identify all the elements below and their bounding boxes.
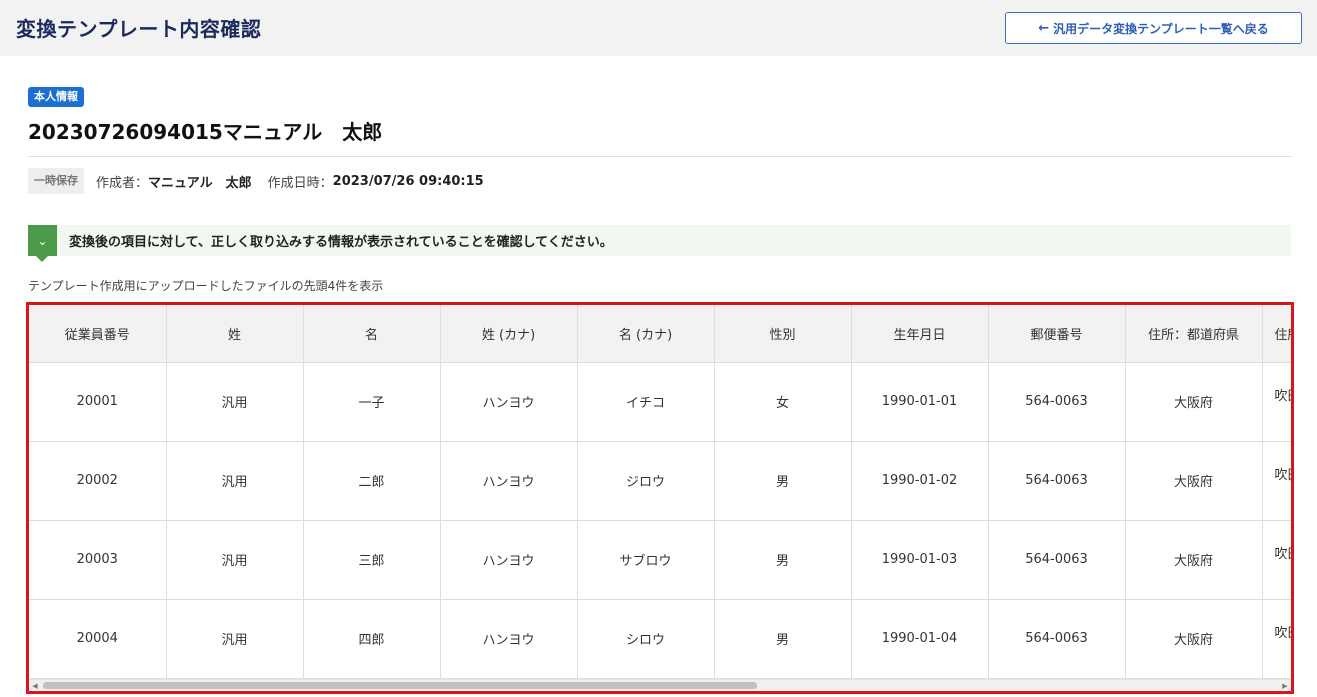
- table-cell: 汎用: [166, 441, 304, 521]
- table-cell: 1990-01-03: [851, 520, 989, 600]
- table-cell: 564-0063: [988, 441, 1126, 521]
- table-caption: テンプレート作成用にアップロードしたファイルの先頭4件を表示: [28, 279, 384, 293]
- back-to-template-list-button[interactable]: ← 汎用データ変換テンプレート一覧へ戻る: [1005, 12, 1302, 44]
- created-at-value: 2023/07/26 09:40:15: [332, 173, 484, 189]
- table-row: 20002 汎用 二郎 ハンヨウ ジロウ 男 1990-01-02 564-00…: [29, 441, 1291, 521]
- table-cell: ハンヨウ: [440, 362, 578, 442]
- table-cell: 吹田: [1262, 599, 1291, 679]
- column-header: 姓: [166, 305, 304, 363]
- table-cell: ジロウ: [577, 441, 715, 521]
- creator-value: マニュアル 太郎: [148, 175, 252, 191]
- table-cell: 男: [714, 520, 852, 600]
- table-cell: イチコ: [577, 362, 715, 442]
- notice-text: 変換後の項目に対して、正しく取り込みする情報が表示されていることを確認してくださ…: [69, 235, 613, 250]
- confirmation-notice: ⌄ 変換後の項目に対して、正しく取り込みする情報が表示されていることを確認してく…: [28, 225, 1291, 262]
- creator-label: 作成者：: [96, 175, 149, 191]
- table-cell: 564-0063: [988, 520, 1126, 600]
- table-cell: サブロウ: [577, 520, 715, 600]
- table-cell: 大阪府: [1125, 599, 1263, 679]
- table-cell: 20003: [29, 520, 167, 600]
- table-cell: 汎用: [166, 599, 304, 679]
- table-cell: 吹田: [1262, 362, 1291, 442]
- table-cell: 男: [714, 599, 852, 679]
- table-header-row: 従業員番号 姓 名 姓 (カナ) 名 (カナ) 性別 生年月日 郵便番号 住所：…: [29, 305, 1291, 363]
- table-cell: 20004: [29, 599, 167, 679]
- column-header: 従業員番号: [29, 305, 167, 363]
- status-tag: 一時保存: [28, 168, 84, 194]
- column-header: 住所：都道府県: [1125, 305, 1263, 363]
- table-cell: 大阪府: [1125, 441, 1263, 521]
- column-header: 郵便番号: [988, 305, 1126, 363]
- record-meta: 一時保存 作成者： マニュアル 太郎 作成日時： 2023/07/26 09:4…: [28, 168, 500, 194]
- table-cell: 吹田: [1262, 441, 1291, 521]
- table-cell: ハンヨウ: [440, 520, 578, 600]
- page-title: 変換テンプレート内容確認: [16, 17, 262, 41]
- table-cell: 汎用: [166, 520, 304, 600]
- preview-table-container[interactable]: 従業員番号 姓 名 姓 (カナ) 名 (カナ) 性別 生年月日 郵便番号 住所：…: [26, 302, 1294, 694]
- column-header: 姓 (カナ): [440, 305, 578, 363]
- divider: [28, 156, 1292, 157]
- table-cell: 女: [714, 362, 852, 442]
- record-title: 20230726094015マニュアル 太郎: [28, 120, 383, 144]
- table-cell: 20001: [29, 362, 167, 442]
- table-cell: 男: [714, 441, 852, 521]
- column-header: 名 (カナ): [577, 305, 715, 363]
- table-cell: 564-0063: [988, 362, 1126, 442]
- table-row: 20004 汎用 四郎 ハンヨウ シロウ 男 1990-01-04 564-00…: [29, 599, 1291, 679]
- scrollbar-thumb[interactable]: [43, 682, 757, 689]
- column-header: 住所: [1262, 305, 1291, 363]
- preview-table: 従業員番号 姓 名 姓 (カナ) 名 (カナ) 性別 生年月日 郵便番号 住所：…: [29, 305, 1291, 679]
- back-button-label: 汎用データ変換テンプレート一覧へ戻る: [1053, 21, 1269, 36]
- column-header: 性別: [714, 305, 852, 363]
- table-cell: 1990-01-02: [851, 441, 989, 521]
- scroll-right-icon[interactable]: ▶: [1279, 680, 1291, 691]
- chevron-down-icon[interactable]: ⌄: [28, 225, 57, 262]
- table-cell: 1990-01-04: [851, 599, 989, 679]
- table-row: 20001 汎用 一子 ハンヨウ イチコ 女 1990-01-01 564-00…: [29, 362, 1291, 442]
- table-cell: 吹田: [1262, 520, 1291, 600]
- scroll-left-icon[interactable]: ◀: [29, 680, 41, 691]
- table-cell: 大阪府: [1125, 520, 1263, 600]
- table-cell: シロウ: [577, 599, 715, 679]
- table-cell: 四郎: [303, 599, 441, 679]
- table-cell: 二郎: [303, 441, 441, 521]
- column-header: 名: [303, 305, 441, 363]
- table-cell: ハンヨウ: [440, 599, 578, 679]
- created-at-label: 作成日時：: [267, 175, 333, 191]
- table-cell: 大阪府: [1125, 362, 1263, 442]
- category-badge: 本人情報: [28, 87, 84, 107]
- table-cell: 三郎: [303, 520, 441, 600]
- arrow-left-icon: ←: [1038, 20, 1050, 36]
- top-bar: 変換テンプレート内容確認 ← 汎用データ変換テンプレート一覧へ戻る: [0, 0, 1317, 56]
- table-cell: ハンヨウ: [440, 441, 578, 521]
- horizontal-scrollbar[interactable]: ◀ ▶: [29, 679, 1291, 691]
- table-cell: 一子: [303, 362, 441, 442]
- table-cell: 20002: [29, 441, 167, 521]
- table-cell: 1990-01-01: [851, 362, 989, 442]
- table-cell: 564-0063: [988, 599, 1126, 679]
- table-row: 20003 汎用 三郎 ハンヨウ サブロウ 男 1990-01-03 564-0…: [29, 520, 1291, 600]
- column-header: 生年月日: [851, 305, 989, 363]
- table-cell: 汎用: [166, 362, 304, 442]
